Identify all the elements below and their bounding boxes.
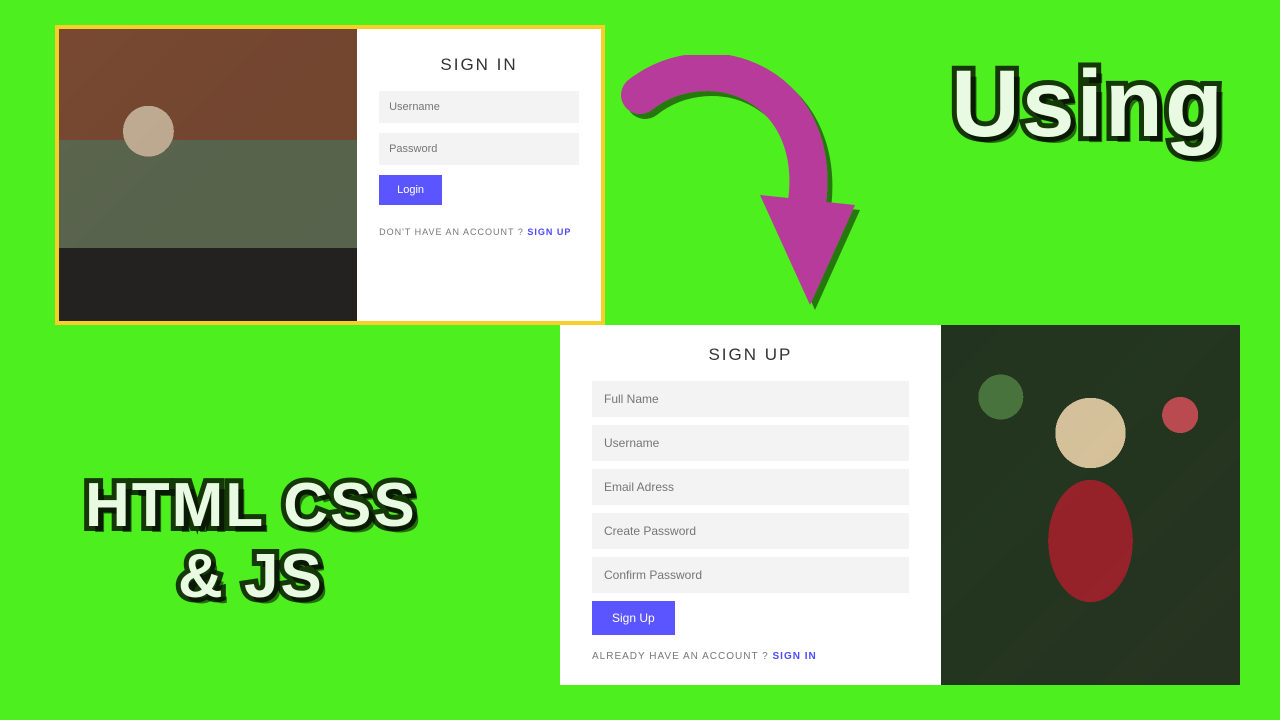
signin-form: SIGN IN Login DON'T HAVE AN ACCOUNT ? SI… (357, 29, 601, 321)
label-htmlcssjs-line1: HTML CSS (85, 471, 417, 540)
signup-photo (941, 325, 1240, 685)
signin-link[interactable]: SIGN IN (773, 651, 817, 662)
signin-password-input[interactable] (379, 133, 579, 165)
label-htmlcssjs: HTML CSS & JS (85, 470, 417, 613)
label-using: Using (951, 50, 1225, 159)
signup-switch-prefix: ALREADY HAVE AN ACCOUNT ? (592, 651, 773, 662)
signup-confirmpw-input[interactable] (592, 557, 909, 593)
signin-username-input[interactable] (379, 91, 579, 123)
signin-photo (59, 29, 357, 321)
signup-heading: SIGN UP (592, 345, 909, 365)
signup-card: SIGN UP Sign Up ALREADY HAVE AN ACCOUNT … (560, 325, 1240, 685)
signup-username-input[interactable] (592, 425, 909, 461)
signup-createpw-input[interactable] (592, 513, 909, 549)
signin-switch-text: DON'T HAVE AN ACCOUNT ? SIGN UP (379, 227, 579, 237)
signup-email-input[interactable] (592, 469, 909, 505)
signin-card: SIGN IN Login DON'T HAVE AN ACCOUNT ? SI… (55, 25, 605, 325)
signin-heading: SIGN IN (379, 55, 579, 75)
transition-arrow-icon (620, 55, 880, 335)
login-button[interactable]: Login (379, 175, 442, 205)
signup-switch-text: ALREADY HAVE AN ACCOUNT ? SIGN IN (592, 651, 909, 662)
signup-link[interactable]: SIGN UP (527, 227, 571, 237)
signup-form: SIGN UP Sign Up ALREADY HAVE AN ACCOUNT … (560, 325, 941, 685)
signin-switch-prefix: DON'T HAVE AN ACCOUNT ? (379, 227, 527, 237)
signup-fullname-input[interactable] (592, 381, 909, 417)
signup-button[interactable]: Sign Up (592, 601, 675, 635)
label-htmlcssjs-line2: & JS (178, 542, 324, 611)
